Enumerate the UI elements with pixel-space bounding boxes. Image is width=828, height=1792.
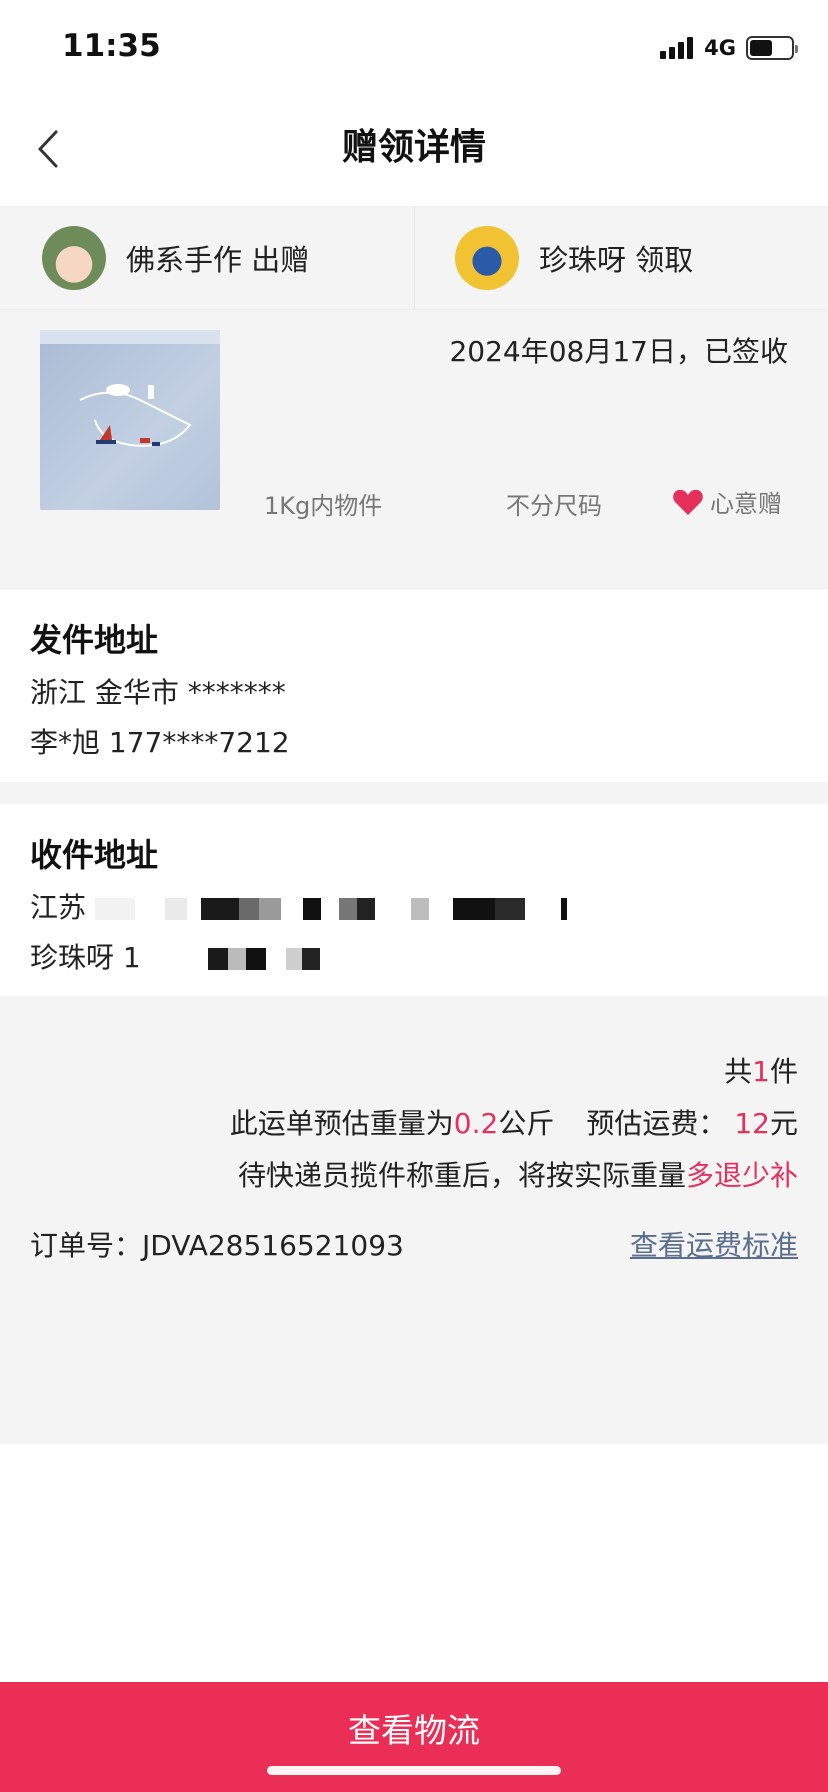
item-count-value: 1 xyxy=(752,1055,770,1088)
receiver-avatar xyxy=(455,226,519,290)
sender-address-title: 发件地址 xyxy=(30,621,159,659)
order-number: 订单号：JDVA28516521093 xyxy=(30,1224,404,1264)
receiver-address-section: 收件地址 江苏 珍珠呀 1 xyxy=(0,804,828,996)
view-logistics-button[interactable]: 查看物流 xyxy=(0,1682,828,1792)
delivery-status: 2024年08月17日，已签收 xyxy=(449,335,788,368)
weight-prefix: 此运单预估重量为 xyxy=(229,1107,454,1140)
section-divider xyxy=(0,782,828,804)
item-count: 共1件 xyxy=(724,1050,798,1090)
receiver-address-prefix: 江苏 xyxy=(30,891,87,924)
weight-note-highlight: 多退少补 xyxy=(685,1159,798,1192)
fee-label: 预估运费： xyxy=(586,1107,727,1140)
shipping-summary: 共1件 此运单预估重量为0.2公斤 预估运费： 12元 待快递员揽件称重后，将按实际… xyxy=(0,996,828,1444)
estimate-line: 此运单预估重量为0.2公斤 预估运费： 12元 xyxy=(230,1102,798,1142)
weight-unit: 公斤 xyxy=(498,1107,555,1140)
receiver-label: 珍珠呀 领取 xyxy=(539,243,694,277)
order-number-label: 订单号： xyxy=(30,1229,143,1262)
giver-avatar xyxy=(42,226,106,290)
status-bar: 11:35 4G xyxy=(0,0,828,100)
gift-tag: 心意赠 xyxy=(672,484,782,519)
fee-unit: 元 xyxy=(769,1107,798,1140)
participants-row: 佛系手作 出赠 珍珠呀 领取 xyxy=(0,206,828,310)
sender-address-section: 发件地址 浙江 金华市 ******* 李*旭 177****7212 xyxy=(0,588,828,782)
order-number-value: JDVA28516521093 xyxy=(142,1229,404,1262)
giver-cell[interactable]: 佛系手作 出赠 xyxy=(0,207,414,309)
receiver-cell[interactable]: 珍珠呀 领取 xyxy=(414,207,828,309)
giver-label: 佛系手作 出赠 xyxy=(126,243,310,277)
view-logistics-label: 查看物流 xyxy=(348,1711,480,1750)
sender-address-line: 浙江 金华市 ******* xyxy=(30,676,286,709)
weight-value: 0.2 xyxy=(453,1107,499,1140)
weight-note: 待快递员揽件称重后，将按实际重量多退少补 xyxy=(238,1154,798,1194)
gift-tag-label: 心意赠 xyxy=(710,490,782,518)
item-count-suffix: 件 xyxy=(769,1055,798,1088)
item-count-prefix: 共 xyxy=(724,1055,753,1088)
receiver-address-title: 收件地址 xyxy=(30,836,159,874)
network-type: 4G xyxy=(704,36,736,60)
heart-icon xyxy=(673,489,703,515)
battery-icon xyxy=(746,36,798,60)
weight-note-text: 待快递员揽件称重后，将按实际重量 xyxy=(237,1159,686,1192)
redacted-mosaic xyxy=(149,948,320,970)
status-time: 11:35 xyxy=(62,28,161,64)
receiver-address-line: 江苏 xyxy=(30,886,828,926)
weight-tag: 1Kg内物件 xyxy=(264,492,383,520)
nav-bar: 赠领详情 xyxy=(0,100,828,206)
fee-value: 12 xyxy=(734,1107,770,1140)
receiver-contact-line: 珍珠呀 1 xyxy=(30,936,828,976)
page-title: 赠领详情 xyxy=(341,127,486,168)
item-section: 2024年08月17日，已签收 1Kg内物件 不分尺码 心意赠 xyxy=(0,310,828,588)
item-photo[interactable] xyxy=(40,330,220,510)
status-indicators: 4G xyxy=(660,36,798,60)
signal-icon xyxy=(660,37,696,59)
fee-standard-link[interactable]: 查看运费标准 xyxy=(630,1224,798,1264)
size-tag: 不分尺码 xyxy=(506,492,602,520)
home-indicator[interactable] xyxy=(267,1766,561,1775)
redacted-mosaic xyxy=(94,898,567,920)
sender-contact-line: 李*旭 177****7212 xyxy=(30,726,290,759)
receiver-contact-prefix: 珍珠呀 1 xyxy=(30,941,141,974)
